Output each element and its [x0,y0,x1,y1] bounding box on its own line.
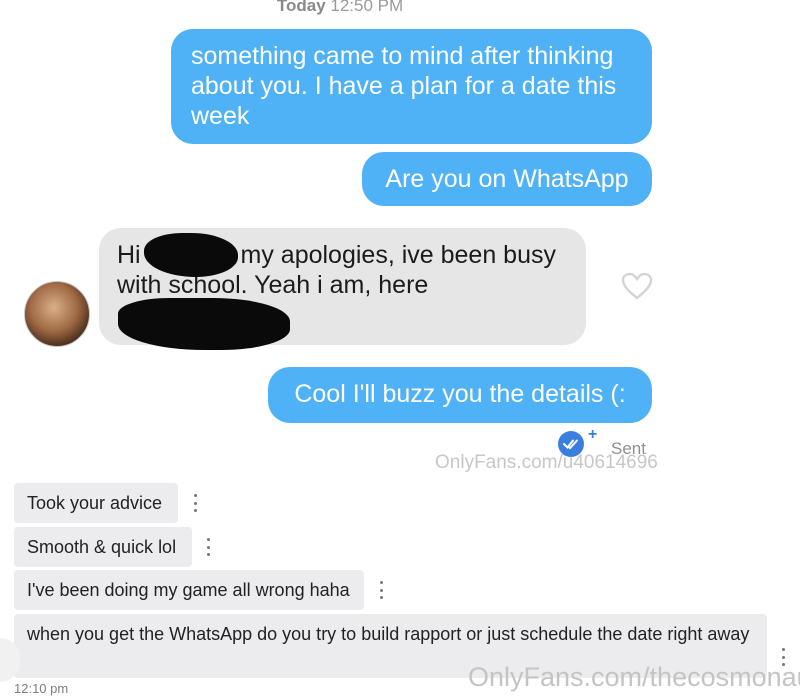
redaction-mark [118,298,290,350]
watermark-small: OnlyFans.com/u40614696 [435,452,658,473]
incoming-text-start: Hi [117,241,141,269]
chat-message-text: when you get the WhatsApp do you try to … [27,624,750,644]
message-text: something came to mind after thinking ab… [191,42,617,130]
time-label: 12:50 PM [330,0,404,15]
chat-message[interactable]: Smooth & quick lol [14,527,192,567]
chat-message[interactable]: I've been doing my game all wrong haha [14,570,364,610]
message-timestamp: 12:10 pm [14,681,69,696]
outgoing-message-bubble[interactable]: Cool I'll buzz you the details (: [268,367,652,423]
date-label: Today [276,0,326,15]
chat-message-text: Took your advice [27,493,163,513]
chat-message-text: Smooth & quick lol [27,537,177,557]
kebab-menu-icon[interactable] [205,538,211,556]
watermark-large: OnlyFans.com/thecosmonaut [468,662,800,692]
kebab-menu-icon[interactable] [192,494,198,512]
outgoing-message-bubble[interactable]: something came to mind after thinking ab… [171,29,652,144]
incoming-text-end: my apologies, ive been busy [240,241,556,269]
avatar[interactable] [24,281,90,347]
plus-icon: + [588,426,598,443]
chat-message[interactable]: Took your advice [14,483,178,523]
conversation-timestamp: Today 12:50 PM [0,0,680,16]
chat-message-text: I've been doing my game all wrong haha [27,580,350,600]
outgoing-message-bubble[interactable]: Are you on WhatsApp [362,152,652,206]
message-text: Are you on WhatsApp [385,165,629,193]
message-text: Cool I'll buzz you the details (: [294,380,626,408]
heart-icon[interactable] [621,272,653,305]
kebab-menu-icon[interactable] [378,581,384,599]
